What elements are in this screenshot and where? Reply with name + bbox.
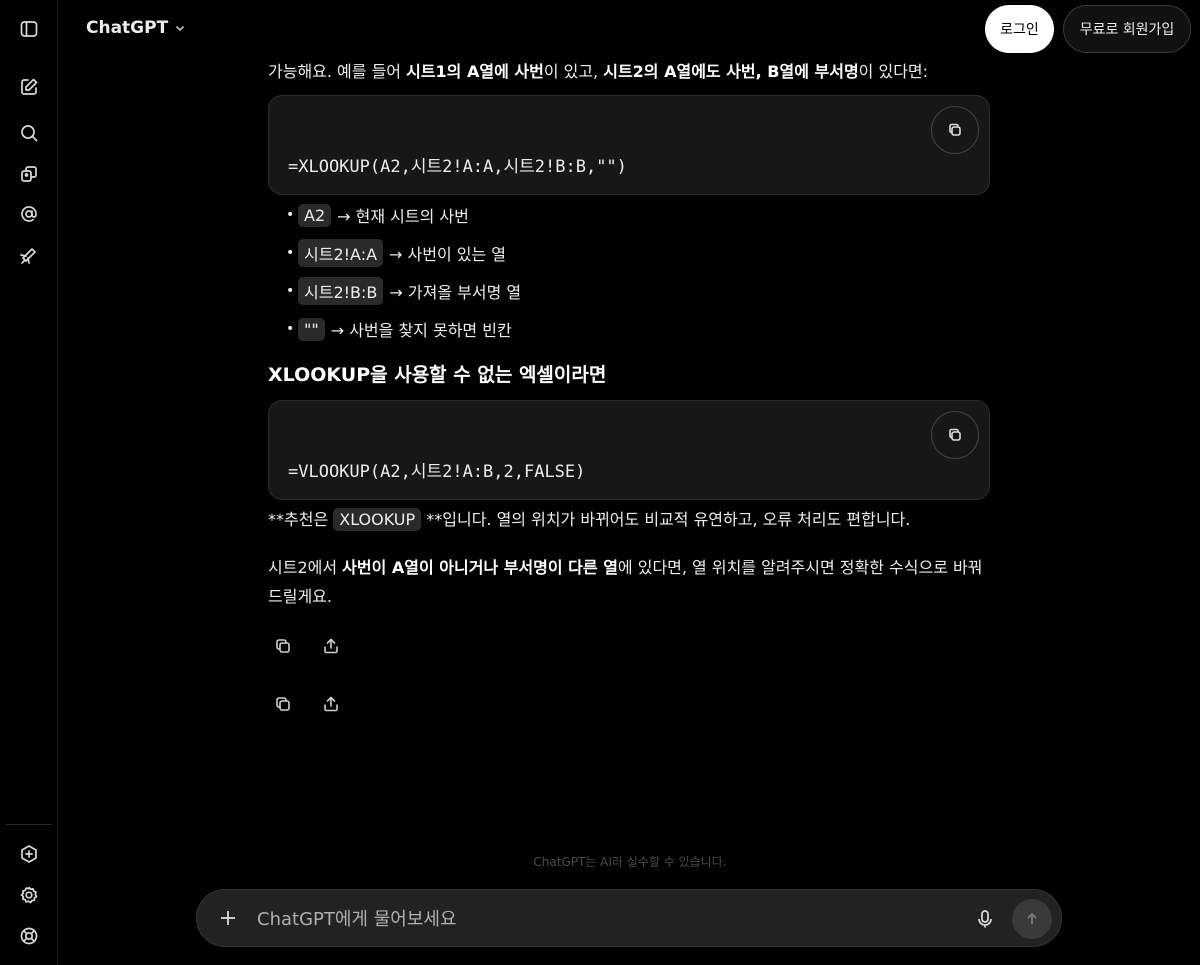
final-paragraph: 시트2에서 사번이 A열이 아니거나 부서명이 다른 열에 있다면, 열 위치를…: [268, 553, 993, 611]
list-item: 시트2!B:B → 가져올 부서명 열: [286, 272, 521, 310]
list-item-text: → 현재 시트의 사번: [337, 207, 469, 226]
library-icon[interactable]: [9, 154, 49, 194]
intro-text-3: 이 있다면:: [858, 62, 929, 81]
sidebar-toggle-icon[interactable]: [9, 9, 49, 49]
share-icon: [324, 696, 338, 712]
share-icon: [324, 638, 338, 654]
sidebar: [0, 0, 58, 965]
sidebar-divider: [6, 824, 52, 825]
chevron-down-icon: [176, 25, 185, 32]
list-item: "" → 사번을 찾지 못하면 빈칸: [286, 310, 521, 348]
final-text-1: 시트2에서: [268, 558, 343, 577]
bullet-list: A2 → 현재 시트의 사번 시트2!A:A → 사번이 있는 열 시트2!B:B →…: [286, 196, 521, 348]
help-icon[interactable]: [9, 916, 49, 956]
recommend-paragraph: **추천은 XLOOKUP **입니다. 열의 위치가 바뀌어도 비교적 유연하…: [268, 506, 911, 531]
code-text: =XLOOKUP(A2,시트2!A:A,시트2!B:B,""): [288, 157, 627, 177]
section-heading: XLOOKUP을 사용할 수 없는 엑셀이라면: [268, 364, 607, 386]
list-item: A2 → 현재 시트의 사번: [286, 196, 521, 234]
copy-message-button[interactable]: [268, 689, 298, 719]
inline-code: XLOOKUP: [333, 508, 422, 531]
attach-button[interactable]: [211, 901, 245, 935]
inline-code: 시트2!A:A: [298, 239, 384, 267]
new-chat-icon[interactable]: [9, 67, 49, 107]
intro-text-2: 이 있고,: [543, 62, 604, 81]
inline-code: 시트2!B:B: [298, 277, 384, 305]
recommend-text-2: **입니다. 열의 위치가 바뀌어도 비교적 유연하고, 오류 처리도 편합니다…: [421, 510, 911, 529]
explore-icon[interactable]: [9, 235, 49, 275]
list-item-text: → 사번을 찾지 못하면 빈칸: [330, 321, 512, 340]
intro-text-1: 가능해요. 예를 들어: [268, 62, 407, 81]
send-button[interactable]: [1012, 899, 1052, 939]
copy-code-button[interactable]: [931, 411, 979, 459]
model-selector[interactable]: ChatGPT: [86, 18, 186, 38]
search-icon[interactable]: [9, 113, 49, 153]
copy-code-button[interactable]: [931, 106, 979, 154]
share-message-button[interactable]: [316, 689, 346, 719]
recommend-text-1: **추천은: [268, 510, 334, 529]
code-block-vlookup: =VLOOKUP(A2,시트2!A:B,2,FALSE): [268, 400, 990, 500]
list-item: 시트2!A:A → 사번이 있는 열: [286, 234, 521, 272]
voice-input-button[interactable]: [969, 903, 1001, 935]
final-bold: 사번이 A열이 아니거나 부서명이 다른 열: [342, 558, 618, 577]
microphone-icon: [978, 910, 992, 928]
list-item-text: → 가져올 부서명 열: [389, 283, 522, 302]
code-text: =VLOOKUP(A2,시트2!A:B,2,FALSE): [288, 462, 586, 482]
disclaimer-text: ChatGPT는 AI라 실수할 수 있습니다.: [533, 855, 727, 869]
inline-code: A2: [298, 203, 332, 227]
code-block-xlookup: =XLOOKUP(A2,시트2!A:A,시트2!B:B,""): [268, 95, 990, 195]
composer: [196, 889, 1062, 947]
copy-icon: [949, 123, 961, 136]
at-sign-icon[interactable]: [9, 194, 49, 234]
plus-icon: [221, 911, 235, 925]
copy-icon: [276, 697, 290, 711]
inline-code: "": [298, 317, 325, 341]
settings-icon[interactable]: [9, 875, 49, 915]
copy-icon: [276, 639, 290, 653]
signup-button[interactable]: 무료로 회원가입: [1063, 5, 1191, 53]
intro-paragraph: 가능해요. 예를 들어 시트1의 A열에 사번이 있고, 시트2의 A열에도 사…: [268, 58, 928, 82]
copy-message-button[interactable]: [268, 631, 298, 661]
login-button[interactable]: 로그인: [985, 5, 1054, 53]
prompt-input[interactable]: [257, 904, 957, 934]
intro-bold-1: 시트1의 A열에 사번: [406, 62, 544, 81]
copy-icon: [949, 428, 961, 441]
share-message-button[interactable]: [316, 631, 346, 661]
arrow-up-icon: [1027, 912, 1037, 924]
intro-bold-2: 시트2의 A열에도 사번, B열에 부서명: [603, 62, 859, 81]
list-item-text: → 사번이 있는 열: [389, 245, 507, 264]
model-name: ChatGPT: [86, 18, 169, 38]
